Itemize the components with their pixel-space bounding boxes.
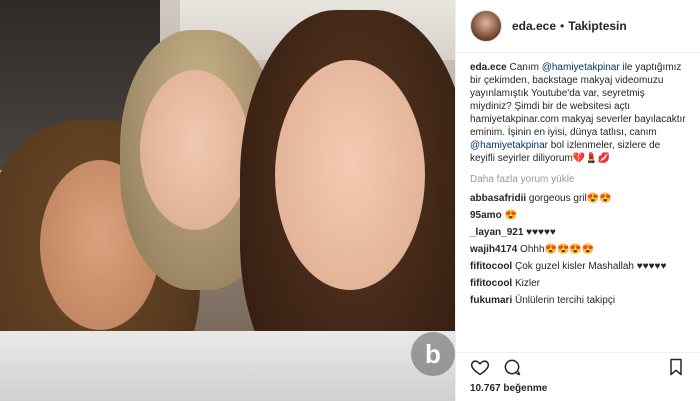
comment-username[interactable]: fukumari — [470, 295, 512, 306]
caption-text-2: ile yaptığımız bir çekimden, backstage m… — [470, 62, 686, 138]
comment-item: 95amo 😍 — [470, 209, 686, 222]
comment-username[interactable]: wajih4174 — [470, 244, 517, 255]
comment-text: ♥♥♥♥♥ — [526, 227, 556, 238]
comment-icon[interactable] — [502, 357, 522, 377]
comment-username[interactable]: _layan_921 — [470, 227, 523, 238]
comment-text: Çok guzel kisler Mashallah ♥♥♥♥♥ — [515, 261, 667, 272]
comment-item: wajih4174 Ohhh😍😍😍😍 — [470, 243, 686, 256]
avatar[interactable] — [470, 10, 502, 42]
comment-item: fifitocool Çok guzel kisler Mashallah ♥♥… — [470, 260, 686, 273]
bookmark-icon[interactable] — [666, 357, 686, 377]
comment-text: 😍 — [504, 210, 517, 221]
comment-text: Ünlülerin tercihi takipçi — [515, 295, 616, 306]
comment-username[interactable]: 95amo — [470, 210, 502, 221]
watermark-logo: b — [411, 332, 455, 376]
instagram-post: b eda.ece • Takiptesin eda.ece Canım @ha… — [0, 0, 700, 401]
comment-text: Kizler — [515, 278, 541, 289]
post-photo[interactable]: b — [0, 0, 455, 401]
comment-text: gorgeous gril😍😍 — [528, 193, 612, 204]
caption-text-1: Canım — [509, 62, 542, 73]
comment-item: _layan_921 ♥♥♥♥♥ — [470, 226, 686, 239]
person-right-face — [275, 60, 425, 290]
clothing — [0, 331, 455, 401]
caption-mention-1[interactable]: @hamiyetakpinar — [542, 62, 620, 73]
comment-text: Ohhh😍😍😍😍 — [520, 244, 595, 255]
action-bar — [456, 352, 700, 381]
comment-username[interactable]: abbasafridii — [470, 193, 526, 204]
comment-item: fukumari Ünlülerin tercihi takipçi — [470, 294, 686, 307]
comment-username[interactable]: fifitocool — [470, 261, 512, 272]
comments-section: eda.ece Canım @hamiyetakpinar ile yaptığ… — [456, 53, 700, 326]
comment-username[interactable]: fifitocool — [470, 278, 512, 289]
caption-username[interactable]: eda.ece — [470, 62, 507, 73]
follow-button[interactable]: Takiptesin — [568, 19, 626, 33]
comment-item: fifitocool Kizler — [470, 277, 686, 290]
comment-item: abbasafridii gorgeous gril😍😍 — [470, 192, 686, 205]
person-middle-face — [140, 70, 250, 230]
post-header: eda.ece • Takiptesin — [456, 0, 700, 53]
heart-icon[interactable] — [470, 357, 490, 377]
caption-mention-2[interactable]: @hamiyetakpinar — [470, 140, 548, 151]
caption: eda.ece Canım @hamiyetakpinar ile yaptığ… — [470, 61, 686, 165]
header-username[interactable]: eda.ece — [512, 19, 556, 33]
post-sidebar: eda.ece • Takiptesin eda.ece Canım @hami… — [455, 0, 700, 401]
likes-count[interactable]: 10.767 beğenme — [470, 383, 547, 394]
header-separator: • — [560, 19, 565, 33]
load-more-comments[interactable]: Daha fazla yorum yükle — [470, 173, 686, 186]
